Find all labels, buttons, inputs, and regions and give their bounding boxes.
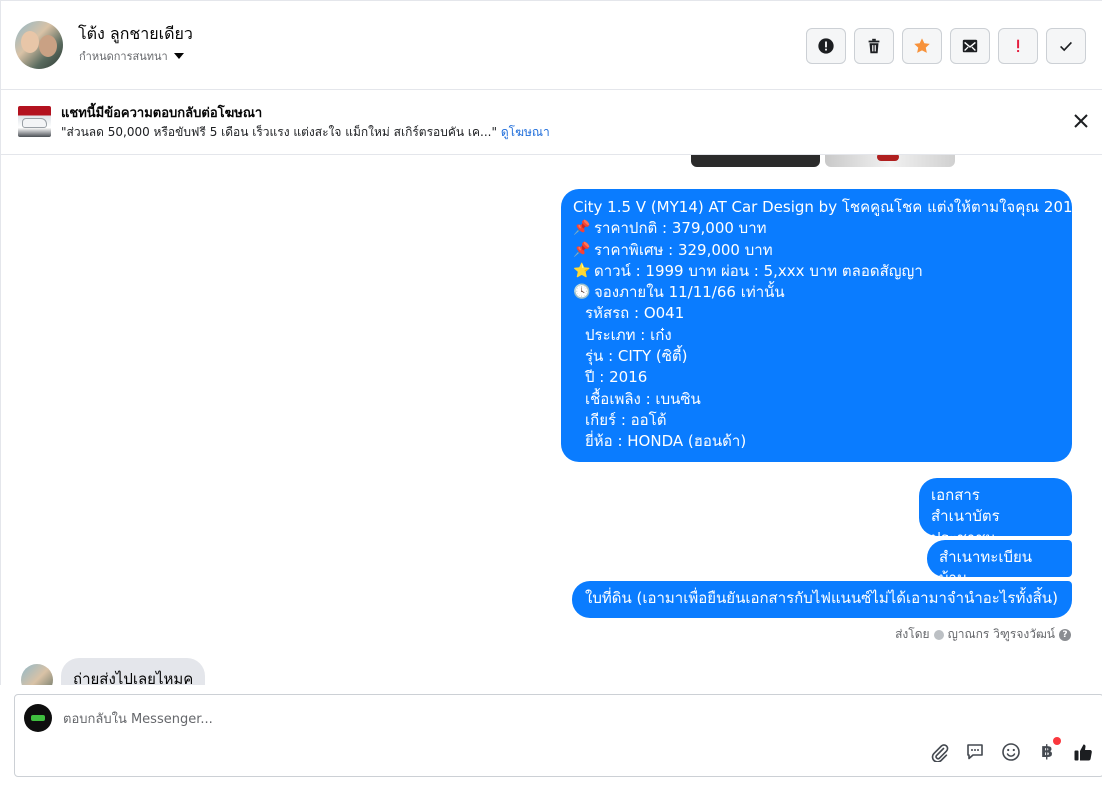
message-line: ปี : 2016 [585, 368, 648, 387]
payment-button[interactable]: ฿ [1036, 737, 1061, 763]
star-emoji-icon: ⭐ [573, 262, 591, 279]
message-line: ⭐ ดาวน์ : 1999 บาท ผ่อน : 5,xxx บาท ตลอดส… [573, 261, 1060, 282]
assign-conversation-dropdown[interactable]: กำหนดการสนทนา [79, 47, 184, 65]
star-button[interactable] [902, 28, 942, 64]
outgoing-message-land-deed[interactable]: ใบที่ดิน (เอามาเพื่อยืนยันเอกสารกับไฟแนน… [572, 581, 1072, 618]
previous-image-attachment[interactable] [825, 155, 955, 167]
composer-tools: ฿ [928, 737, 1094, 763]
paperclip-icon [931, 744, 949, 762]
clock-icon: 🕓 [573, 284, 591, 301]
sent-by-label: ส่งโดย [895, 627, 930, 641]
emoji-icon [1002, 743, 1020, 761]
emoji-button[interactable] [1000, 741, 1022, 763]
header-actions [806, 28, 1086, 64]
message-line: เชื้อเพลิง : เบนซิน [585, 389, 701, 408]
view-ad-link[interactable]: ดูโฆษณา [501, 125, 550, 139]
exclamation-icon [1017, 39, 1020, 53]
page-avatar [24, 704, 52, 732]
mark-unread-button[interactable] [950, 28, 990, 64]
like-icon [1074, 744, 1092, 761]
like-button[interactable] [1072, 741, 1094, 763]
star-icon [914, 38, 930, 53]
message-line: ประเภท : เก๋ง [585, 325, 672, 344]
notification-dot [1053, 737, 1061, 745]
close-icon[interactable] [1072, 112, 1090, 130]
reply-input[interactable] [63, 709, 1023, 729]
sent-by-info: ส่งโดย ญาณกร วิฑูรจงวัฒน์ ? [895, 625, 1071, 644]
message-text: ถ่ายส่งไปเลยไหมค [73, 670, 194, 685]
outgoing-message-car-details[interactable]: City 1.5 V (MY14) AT Car Design by โชคคู… [561, 189, 1083, 462]
caret-down-icon [173, 53, 184, 59]
message-line: รุ่น : CITY (ซิตี้) [585, 347, 688, 366]
mark-unread-icon [962, 39, 978, 53]
contact-name[interactable]: โต้ง ลูกชายเดียว [78, 22, 193, 47]
help-icon[interactable]: ? [1059, 628, 1071, 641]
ad-thumbnail[interactable] [18, 106, 51, 137]
outgoing-message-house-registration[interactable]: สำเนาทะเบียนบ้าน [927, 540, 1072, 587]
incoming-message[interactable]: ถ่ายส่งไปเลยไหมค [61, 658, 206, 685]
ad-quote: "ส่วนลด 50,000 หรือขับฟรี 5 เดือน เร็วแร… [61, 125, 497, 139]
ad-banner-text: "ส่วนลด 50,000 หรือขับฟรี 5 เดือน เร็วแร… [61, 123, 550, 142]
message-line: 📌 ราคาพิเศษ : 329,000 บาท [573, 240, 1060, 261]
contact-avatar[interactable] [15, 21, 63, 69]
message-line: ยี่ห้อ : HONDA (ฮอนด้า) [585, 432, 747, 451]
message-line: 📌 ราคาปกติ : 379,000 บาท [573, 218, 1060, 239]
previous-image-attachment[interactable] [691, 155, 820, 167]
message-line: City 1.5 V (MY14) AT Car Design by โชคคู… [573, 198, 1083, 216]
report-spam-button[interactable] [806, 28, 846, 64]
message-line: รหัสรถ : O041 [585, 304, 685, 323]
delete-button[interactable] [854, 28, 894, 64]
pushpin-icon: 📌 [573, 241, 591, 258]
saved-replies-button[interactable] [964, 741, 986, 763]
attach-button[interactable] [928, 741, 950, 763]
trash-icon [868, 38, 880, 54]
payment-icon: ฿ [1041, 742, 1053, 762]
contact-avatar-small[interactable] [21, 664, 53, 685]
sent-by-name[interactable]: ญาณกร วิฑูรจงวัฒน์ [948, 625, 1055, 644]
assign-label: กำหนดการสนทนา [79, 50, 168, 63]
conversation-header: โต้ง ลูกชายเดียว กำหนดการสนทนา [0, 0, 1102, 90]
reply-composer: ฿ [14, 694, 1102, 777]
mark-important-button[interactable] [998, 28, 1038, 64]
message-thread[interactable]: City 1.5 V (MY14) AT Car Design by โชคคู… [0, 155, 1102, 685]
check-icon [1060, 41, 1072, 52]
outgoing-message-documents[interactable]: เอกสาร สำเนาบัตรประชาชน [919, 478, 1072, 547]
ad-banner-title: แชทนี้มีข้อความตอบกลับต่อโฆษณา [61, 106, 263, 121]
pushpin-icon: 📌 [573, 220, 591, 237]
alert-circle-icon [818, 38, 834, 54]
message-text: ใบที่ดิน (เอามาเพื่อยืนยันเอกสารกับไฟแนน… [585, 589, 1058, 607]
message-line: 🕓 จองภายใน 11/11/66 เท่านั้น [573, 282, 1060, 303]
message-line: เอกสาร [931, 486, 980, 504]
message-line: เกียร์ : ออโต้ [585, 410, 667, 429]
ad-reply-banner: แชทนี้มีข้อความตอบกลับต่อโฆษณา "ส่วนลด 5… [0, 90, 1102, 155]
saved-reply-icon [967, 744, 983, 760]
verified-dot-icon [933, 629, 944, 640]
mark-done-button[interactable] [1046, 28, 1086, 64]
